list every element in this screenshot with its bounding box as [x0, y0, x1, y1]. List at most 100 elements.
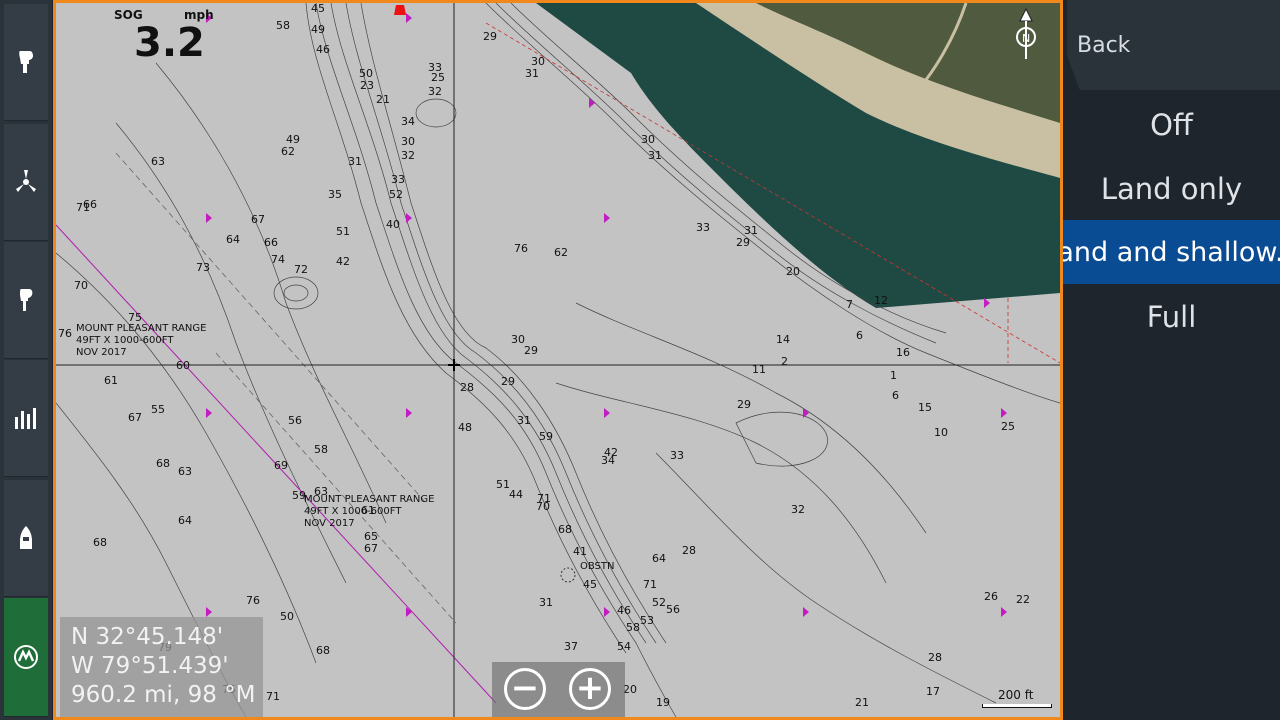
depth-sounding: 34 [401, 115, 415, 128]
depth-sounding: 58 [276, 19, 290, 32]
depth-sounding: 33 [696, 221, 710, 234]
depth-sounding: 23 [360, 79, 374, 92]
depth-sounding: 19 [656, 696, 670, 709]
depth-sounding: 64 [178, 514, 192, 527]
depth-sounding: 33 [670, 449, 684, 462]
depth-sounding: 37 [564, 640, 578, 653]
option-full[interactable]: Full [1063, 285, 1280, 349]
depth-sounding: 31 [539, 596, 553, 609]
engine-icon [20, 289, 33, 311]
depth-sounding: 63 [151, 155, 165, 168]
depth-sounding: 63 [314, 485, 328, 498]
depth-sounding: 31 [348, 155, 362, 168]
back-button[interactable]: Back [1067, 0, 1280, 90]
option-land-and-shallow[interactable]: Land and shallow... [1063, 220, 1280, 284]
depth-sounding: 60 [176, 359, 190, 372]
depth-sounding: 51 [336, 225, 350, 238]
chart-canvas[interactable]: MOUNT PLEASANT RANGE 49FT X 1000-600FT N… [56, 3, 1060, 717]
depth-sounding: 12 [874, 294, 888, 307]
depth-sounding: 68 [93, 536, 107, 549]
depth-sounding: 28 [928, 651, 942, 664]
depth-sounding: 17 [926, 685, 940, 698]
vessel-button[interactable] [4, 480, 48, 597]
depth-sounding: 28 [460, 381, 474, 394]
depth-sounding: 15 [918, 401, 932, 414]
obstn-label: OBSTN [580, 561, 615, 572]
depth-sounding: 68 [316, 644, 330, 657]
depth-sounding: 62 [554, 246, 568, 259]
depth-sounding: 56 [288, 414, 302, 427]
gauges-button[interactable] [4, 360, 48, 477]
depth-sounding: 52 [652, 596, 666, 609]
depth-sounding: 53 [640, 614, 654, 627]
depth-sounding: 58 [314, 443, 328, 456]
depth-sounding: 75 [128, 311, 142, 324]
range-label-1-line2: 49FT X 1000-600FT [76, 335, 174, 346]
depth-sounding: 25 [1001, 420, 1015, 433]
option-land-only[interactable]: Land only [1063, 157, 1280, 221]
outboard-motor-button[interactable] [4, 4, 48, 121]
depth-sounding: 16 [896, 346, 910, 359]
depth-sounding: 31 [744, 224, 758, 237]
depth-sounding: 20 [623, 683, 637, 696]
depth-sounding: 32 [401, 149, 415, 162]
depth-sounding: 29 [524, 344, 538, 357]
depth-sounding: 29 [736, 236, 750, 249]
depth-sounding: 6 [856, 329, 863, 342]
depth-sounding: 68 [156, 457, 170, 470]
depth-sounding: 32 [428, 85, 442, 98]
boat-icon [20, 526, 32, 549]
brand-home-button[interactable] [4, 598, 48, 717]
range-label-2-line2: 49FT X 1000-600FT [304, 506, 402, 517]
chart-map[interactable]: MOUNT PLEASANT RANGE 49FT X 1000-600FT N… [53, 0, 1063, 720]
range-label-1-line1: MOUNT PLEASANT RANGE [76, 323, 206, 334]
depth-sounding: 71 [76, 201, 90, 214]
depth-sounding: 40 [386, 218, 400, 231]
depth-sounding: 6 [892, 389, 899, 402]
depth-sounding: 46 [617, 604, 631, 617]
engine-button[interactable] [4, 242, 48, 359]
depth-sounding: 61 [361, 504, 375, 517]
depth-sounding: 33 [428, 61, 442, 74]
depth-sounding: 58 [626, 621, 640, 634]
scale-bar: 200 ft [980, 688, 1052, 712]
obstruction-icon [560, 567, 576, 583]
depth-sounding: 70 [74, 279, 88, 292]
depth-sounding: 51 [496, 478, 510, 491]
depth-sounding: 70 [536, 500, 550, 513]
depth-sounding: 67 [251, 213, 265, 226]
propeller-button[interactable] [4, 124, 48, 241]
depth-sounding: 22 [1016, 593, 1030, 606]
option-off[interactable]: Off [1063, 93, 1280, 157]
depth-sounding: 76 [514, 242, 528, 255]
zoom-out-button[interactable]: − [504, 668, 546, 710]
sidebar [0, 0, 52, 720]
depth-sounding: 7 [846, 298, 853, 311]
sog-value: 3.2 [134, 20, 205, 66]
depth-sounding: 11 [752, 363, 766, 376]
zoom-in-button[interactable]: + [569, 668, 611, 710]
depth-sounding: 20 [786, 265, 800, 278]
depth-sounding: 29 [737, 398, 751, 411]
scale-label: 200 ft [998, 688, 1034, 702]
depth-sounding: 76 [246, 594, 260, 607]
depth-sounding: 32 [791, 503, 805, 516]
svg-text:N: N [1022, 32, 1030, 45]
depth-sounding: 76 [58, 327, 72, 340]
depth-sounding: 26 [984, 590, 998, 603]
depth-sounding: 72 [294, 263, 308, 276]
depth-sounding: 44 [509, 488, 523, 501]
depth-sounding: 59 [539, 430, 553, 443]
depth-sounding: 64 [226, 233, 240, 246]
depth-sounding: 41 [573, 545, 587, 558]
depth-sounding: 73 [196, 261, 210, 274]
depth-sounding: 46 [316, 43, 330, 56]
depth-sounding: 29 [501, 375, 515, 388]
depth-sounding: 31 [648, 149, 662, 162]
range-label-2-line3: NOV 2017 [304, 518, 355, 529]
depth-sounding: 42 [336, 255, 350, 268]
depth-sounding: 71 [266, 690, 280, 703]
depth-sounding: 69 [274, 459, 288, 472]
bar-chart-icon [15, 408, 36, 429]
depth-sounding: 30 [511, 333, 525, 346]
